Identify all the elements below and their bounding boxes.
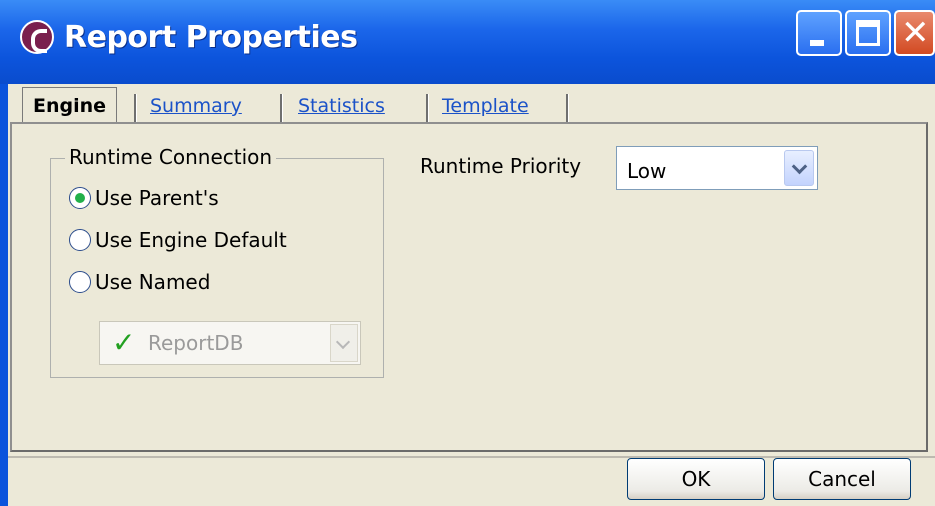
minimize-icon <box>810 40 824 46</box>
runtime-priority-select[interactable]: Low <box>616 146 818 190</box>
tab-separator <box>426 94 429 122</box>
report-app-icon <box>20 20 54 54</box>
radio-button-selected[interactable] <box>69 187 91 209</box>
tab-template[interactable]: Template <box>432 88 539 124</box>
close-icon: ✕ <box>901 13 930 53</box>
cancel-button[interactable]: Cancel <box>773 458 911 500</box>
chevron-down-icon <box>335 334 351 350</box>
runtime-priority-label: Runtime Priority <box>420 154 582 178</box>
runtime-priority-value: Low <box>627 159 667 183</box>
tab-separator <box>566 94 569 122</box>
named-connection-dropdown-button <box>330 324 358 362</box>
runtime-connection-legend: Runtime Connection <box>65 145 277 169</box>
tab-summary-label: Summary <box>150 95 242 117</box>
named-connection-value: ReportDB <box>148 331 244 355</box>
maximize-button[interactable] <box>845 10 891 56</box>
maximize-icon <box>856 20 880 46</box>
window-title: Report Properties <box>64 20 358 55</box>
named-connection-combo: ✓ ReportDB <box>99 321 361 365</box>
dialog-client-area: Engine Summary Statistics Template Runti… <box>8 84 935 506</box>
chevron-down-icon <box>791 158 808 175</box>
radio-use-named[interactable]: Use Named <box>69 267 210 297</box>
radio-use-engine-default-label: Use Engine Default <box>95 228 287 252</box>
window-frame-left <box>0 84 8 506</box>
runtime-priority-dropdown-button[interactable] <box>784 150 814 186</box>
close-button[interactable]: ✕ <box>894 10 935 56</box>
tab-statistics[interactable]: Statistics <box>288 88 395 124</box>
engine-tab-panel: Runtime Connection Use Parent's Use Engi… <box>10 122 928 452</box>
tab-statistics-label: Statistics <box>298 95 385 117</box>
radio-use-parents[interactable]: Use Parent's <box>69 183 219 213</box>
tab-summary[interactable]: Summary <box>140 88 252 124</box>
radio-button[interactable] <box>69 271 91 293</box>
tab-engine-label: Engine <box>33 95 107 117</box>
tab-separator <box>134 94 137 122</box>
title-bar[interactable]: Report Properties ✕ <box>0 0 935 84</box>
runtime-connection-group: Runtime Connection Use Parent's Use Engi… <box>50 145 384 378</box>
radio-use-named-label: Use Named <box>95 270 211 294</box>
tab-engine[interactable]: Engine <box>22 87 118 125</box>
ok-button[interactable]: OK <box>627 458 765 500</box>
radio-use-parents-label: Use Parent's <box>95 186 219 210</box>
tab-separator <box>280 94 283 122</box>
radio-use-engine-default[interactable]: Use Engine Default <box>69 225 287 255</box>
checkmark-icon: ✓ <box>112 326 136 359</box>
radio-button[interactable] <box>69 229 91 251</box>
tab-strip: Engine Summary Statistics Template <box>8 84 935 125</box>
dialog-window: Report Properties ✕ Engine Summary Stati… <box>0 0 935 506</box>
minimize-button[interactable] <box>796 10 842 56</box>
tab-template-label: Template <box>442 95 529 117</box>
